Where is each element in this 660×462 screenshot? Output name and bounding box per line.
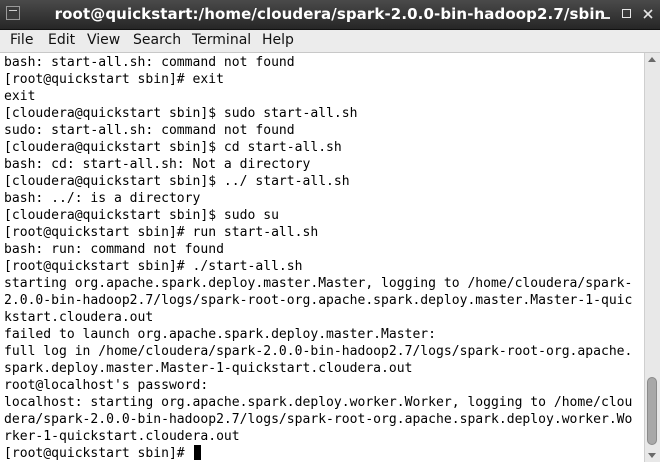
vertical-scrollbar[interactable]: [644, 53, 660, 462]
menu-file[interactable]: File: [10, 32, 33, 48]
terminal-line: failed to launch org.apache.spark.deploy…: [4, 327, 437, 342]
terminal-line: [root@quickstart sbin]# ./start-all.sh: [4, 259, 303, 274]
minimize-icon: [601, 17, 610, 19]
terminal-line: root@localhost's password:: [4, 378, 209, 393]
close-icon: [643, 9, 653, 19]
terminal-line: starting org.apache.spark.deploy.master.…: [4, 276, 633, 291]
terminal-line: bash: run: command not found: [4, 242, 224, 257]
terminal-line: bash: cd: start-all.sh: Not a directory: [4, 157, 311, 172]
menu-edit[interactable]: Edit: [48, 32, 75, 48]
terminal-line: [cloudera@quickstart sbin]$ sudo su: [4, 208, 279, 223]
maximize-button[interactable]: [619, 6, 635, 22]
terminal-line: [root@quickstart sbin]# exit: [4, 72, 224, 87]
scroll-down-arrow-icon[interactable]: [648, 453, 656, 458]
window-title: root@quickstart:/home/cloudera/spark-2.0…: [54, 5, 606, 23]
command-prompt-line[interactable]: [root@quickstart sbin]#: [4, 445, 632, 462]
terminal-window: root@quickstart:/home/cloudera/spark-2.0…: [0, 0, 660, 462]
terminal-line: sudo: start-all.sh: command not found: [4, 123, 295, 138]
title-bar[interactable]: root@quickstart:/home/cloudera/spark-2.0…: [0, 0, 660, 30]
close-button[interactable]: [640, 6, 656, 22]
terminal-line: [cloudera@quickstart sbin]$ sudo start-a…: [4, 106, 358, 121]
maximize-icon: [622, 9, 631, 18]
terminal-line: [cloudera@quickstart sbin]$ ../ start-al…: [4, 174, 350, 189]
terminal-line: [root@quickstart sbin]# run start-all.sh: [4, 225, 319, 240]
terminal-line: spark.deploy.master.Master-1-quickstart.…: [4, 361, 413, 376]
menu-help[interactable]: Help: [262, 32, 294, 48]
terminal-line: 2.0.0-bin-hadoop2.7/logs/spark-root-org.…: [4, 293, 633, 308]
terminal-line: exit: [4, 89, 36, 104]
menu-search[interactable]: Search: [133, 32, 181, 48]
terminal-line: bash: ../: is a directory: [4, 191, 201, 206]
terminal-lines: bash: start-all.sh: command not found [r…: [4, 54, 632, 462]
terminal-line: kstart.cloudera.out: [4, 310, 154, 325]
terminal-line: bash: start-all.sh: command not found: [4, 55, 295, 70]
terminal-output[interactable]: bash: start-all.sh: command not found [r…: [0, 53, 644, 462]
terminal-line: [cloudera@quickstart sbin]$ cd start-all…: [4, 140, 342, 155]
menu-terminal[interactable]: Terminal: [192, 32, 251, 48]
minimize-button[interactable]: [598, 6, 614, 22]
terminal-line: full log in /home/cloudera/spark-2.0.0-b…: [4, 344, 633, 359]
menu-bar: File Edit View Search Terminal Help: [0, 30, 660, 53]
scrollbar-thumb[interactable]: [647, 377, 657, 445]
text-cursor: [193, 445, 201, 460]
scroll-up-arrow-icon[interactable]: [648, 57, 656, 62]
terminal-line: dera/spark-2.0.0-bin-hadoop2.7/logs/spar…: [4, 412, 633, 427]
terminal-line: localhost: starting org.apache.spark.dep…: [4, 395, 633, 410]
terminal-line: rker-1-quickstart.cloudera.out: [4, 429, 240, 444]
prompt-text: [root@quickstart sbin]#: [4, 446, 193, 461]
menu-view[interactable]: View: [87, 32, 120, 48]
